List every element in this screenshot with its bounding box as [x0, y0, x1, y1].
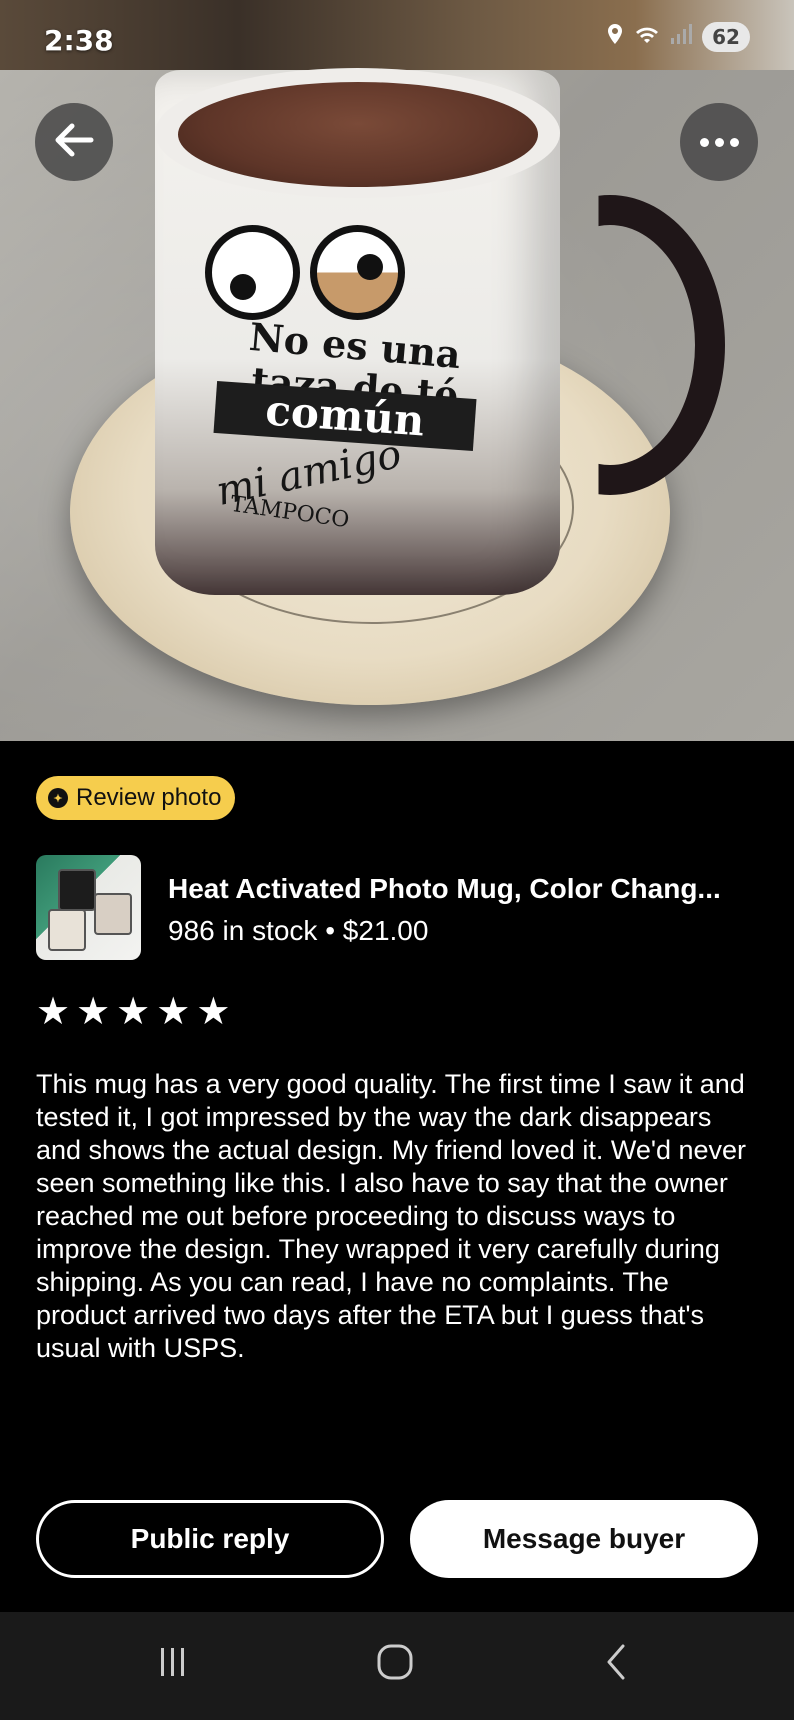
rating-stars: ★ ★ ★ ★ ★ — [36, 992, 230, 1030]
recent-apps-button[interactable] — [128, 1634, 218, 1694]
mug-design: No es una taza de té común mi amigo TAMP… — [195, 215, 515, 555]
product-title[interactable]: Heat Activated Photo Mug, Color Chang... — [168, 873, 721, 905]
system-back-button[interactable] — [572, 1634, 662, 1694]
recent-apps-icon — [153, 1642, 193, 1686]
system-nav-bar — [0, 1612, 794, 1720]
product-row[interactable]: Heat Activated Photo Mug, Color Chang...… — [36, 855, 758, 961]
star-icon: ★ — [196, 989, 231, 1033]
status-icons: 62 — [606, 22, 750, 52]
message-buyer-button[interactable]: Message buyer — [410, 1500, 758, 1578]
home-icon — [375, 1642, 415, 1686]
chevron-left-icon — [597, 1642, 637, 1686]
review-photo[interactable]: No es una taza de té común mi amigo TAMP… — [0, 0, 794, 741]
location-icon — [606, 23, 624, 51]
badge-label: Review photo — [76, 784, 222, 811]
photo-tea — [178, 82, 538, 187]
review-photo-badge: ✦ Review photo — [36, 776, 236, 820]
product-price: $21.00 — [342, 915, 429, 946]
public-reply-button[interactable]: Public reply — [36, 1500, 384, 1578]
home-button[interactable] — [350, 1634, 440, 1694]
product-stock: 986 in stock — [168, 915, 318, 946]
wifi-icon — [634, 23, 660, 51]
arrow-left-icon — [54, 123, 94, 161]
star-icon: ★ — [76, 989, 111, 1033]
back-button[interactable] — [35, 103, 113, 181]
battery-indicator: 62 — [702, 22, 750, 52]
more-options-button[interactable] — [680, 103, 758, 181]
star-icon: ★ — [116, 989, 151, 1033]
star-icon: ★ — [156, 989, 191, 1033]
more-horizontal-icon — [699, 137, 739, 147]
signal-icon — [670, 23, 692, 51]
mug-eye-right — [310, 225, 405, 320]
status-time: 2:38 — [44, 24, 114, 57]
star-icon: ★ — [36, 989, 71, 1033]
product-meta: 986 in stock • $21.00 — [168, 915, 428, 947]
review-icon: ✦ — [48, 788, 68, 808]
mug-eye-left — [205, 225, 300, 320]
status-bar: 2:38 62 — [0, 0, 794, 80]
review-text: This mug has a very good quality. The fi… — [36, 1069, 747, 1363]
product-thumbnail[interactable] — [36, 855, 141, 960]
product-separator: • — [325, 915, 336, 946]
